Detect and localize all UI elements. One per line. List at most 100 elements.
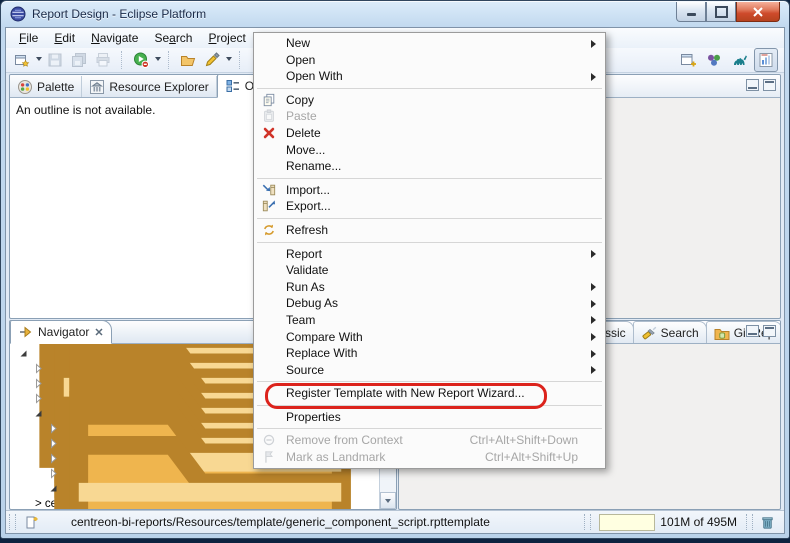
dropdown-arrow-icon[interactable] [224,49,233,71]
context-menu: NewOpenOpen WithCopyPasteDeleteMove...Re… [253,32,606,469]
menu-item-shortcut: Ctrl+Alt+Shift+Up [485,449,578,466]
new-wizard-button[interactable] [10,48,34,72]
context-menu-item-remove-from-context: Remove from ContextCtrl+Alt+Shift+Down [255,432,604,449]
maximize-view-icon[interactable] [763,325,776,337]
context-menu-item-properties[interactable]: Properties [255,409,604,426]
palette-icon [17,79,33,95]
selected-resource-path: centreon-bi-reports/Resources/template/g… [71,515,490,529]
tab-label: Resource Explorer [109,80,208,94]
minimize-button[interactable] [676,2,706,22]
context-menu-item-mark-as-landmark: Mark as LandmarkCtrl+Alt+Shift+Up [255,449,604,466]
menubar-item-project[interactable]: Project [200,29,253,47]
context-menu-item-open-with[interactable]: Open With [255,68,604,85]
other-perspective-button[interactable] [702,48,726,72]
context-menu-item-validate[interactable]: Validate [255,262,604,279]
expanded-arrow-icon[interactable] [48,483,59,494]
scroll-down-icon[interactable] [380,492,396,509]
submenu-arrow-icon [591,40,596,48]
context-menu-item-open[interactable]: Open [255,52,604,69]
collapsed-arrow-icon[interactable] [33,393,44,404]
menubar-item-navigate[interactable]: Navigate [83,29,146,47]
collapsed-arrow-icon[interactable] [48,423,59,434]
expanded-arrow-icon[interactable] [33,408,44,419]
open-folder-button[interactable] [176,48,200,72]
menu-item-label: Export... [286,198,331,215]
context-menu-item-rename[interactable]: Rename... [255,158,604,175]
maximize-button[interactable] [706,2,736,22]
collapsed-arrow-icon[interactable] [48,453,59,464]
save-button[interactable] [43,48,67,72]
navigator-icon [18,324,34,340]
context-menu-item-source[interactable]: Source [255,362,604,379]
menubar-item-search[interactable]: Search [146,29,200,47]
git-repo-icon [714,325,730,341]
context-menu-item-move[interactable]: Move... [255,142,604,159]
menu-item-label: Move... [286,142,325,159]
context-menu-item-register-template-with-new-report-wizard[interactable]: Register Template with New Report Wizard… [255,385,604,402]
toolbar-separator [121,51,123,69]
context-menu-item-import[interactable]: Import... [255,182,604,199]
context-menu-item-team[interactable]: Team [255,312,604,329]
highlighter-button[interactable] [200,48,224,72]
menubar-item-file[interactable]: File [11,29,46,47]
heap-status-gauge[interactable] [599,514,655,531]
tab-palette[interactable]: Palette [10,76,82,97]
context-menu-item-debug-as[interactable]: Debug As [255,295,604,312]
dropdown-arrow-icon[interactable] [153,49,162,71]
search-icon [641,325,657,341]
expanded-arrow-icon[interactable] [18,348,29,359]
dropdown-arrow-icon[interactable] [34,49,43,71]
save-all-button[interactable] [67,48,91,72]
context-menu-item-compare-with[interactable]: Compare With [255,329,604,346]
menu-item-label: Validate [286,262,328,279]
toolbar-separator [168,51,170,69]
run-button[interactable] [129,48,153,72]
delete-icon [262,126,276,140]
context-menu-item-delete[interactable]: Delete [255,125,604,142]
menu-item-label: Report [286,246,322,263]
collapsed-arrow-icon[interactable] [48,438,59,449]
close-button[interactable] [736,2,780,22]
menu-item-label: Open With [286,68,343,85]
submenu-arrow-icon [591,250,596,258]
highlighter-icon [204,52,220,68]
collapsed-arrow-icon[interactable] [33,378,44,389]
save-icon [47,52,63,68]
context-menu-item-copy[interactable]: Copy [255,92,604,109]
minimize-view-icon[interactable] [746,325,759,337]
menu-item-label: Refresh [286,222,328,239]
menu-item-label: Compare With [286,329,363,346]
menu-separator [257,428,602,429]
window-title: Report Design - Eclipse Platform [32,7,206,21]
collapsed-arrow-icon[interactable] [48,468,59,479]
tab-search[interactable]: Search [633,321,707,343]
toolbar-separator [239,51,241,69]
collapsed-arrow-icon[interactable] [33,363,44,374]
maximize-view-icon[interactable] [763,79,776,91]
save-all-icon [71,52,87,68]
minimize-view-icon[interactable] [746,79,759,91]
camel-perspective-button[interactable] [728,48,752,72]
context-menu-item-replace-with[interactable]: Replace With [255,345,604,362]
submenu-arrow-icon [591,350,596,358]
close-tab-icon[interactable] [94,327,104,337]
fast-view-icon[interactable] [23,514,39,530]
titlebar[interactable]: Report Design - Eclipse Platform [1,1,789,27]
print-button[interactable] [91,48,115,72]
menu-item-label: Open [286,52,315,69]
context-menu-item-run-as[interactable]: Run As [255,279,604,296]
context-menu-item-export[interactable]: Export... [255,198,604,215]
context-menu-item-refresh[interactable]: Refresh [255,222,604,239]
toolbar-group [6,48,119,72]
open-perspective-button[interactable] [676,48,700,72]
tab-navigator[interactable]: Navigator [10,320,112,344]
context-menu-item-new[interactable]: New [255,35,604,52]
context-menu-item-report[interactable]: Report [255,246,604,263]
menu-item-label: Delete [286,125,321,142]
tab-resource-explorer[interactable]: Resource Explorer [82,76,216,97]
report-design-perspective-button[interactable] [754,48,778,72]
menubar-item-edit[interactable]: Edit [46,29,83,47]
outline-icon [225,78,241,94]
garbage-collect-trash-icon[interactable] [758,513,776,531]
menu-item-label: Properties [286,409,341,426]
